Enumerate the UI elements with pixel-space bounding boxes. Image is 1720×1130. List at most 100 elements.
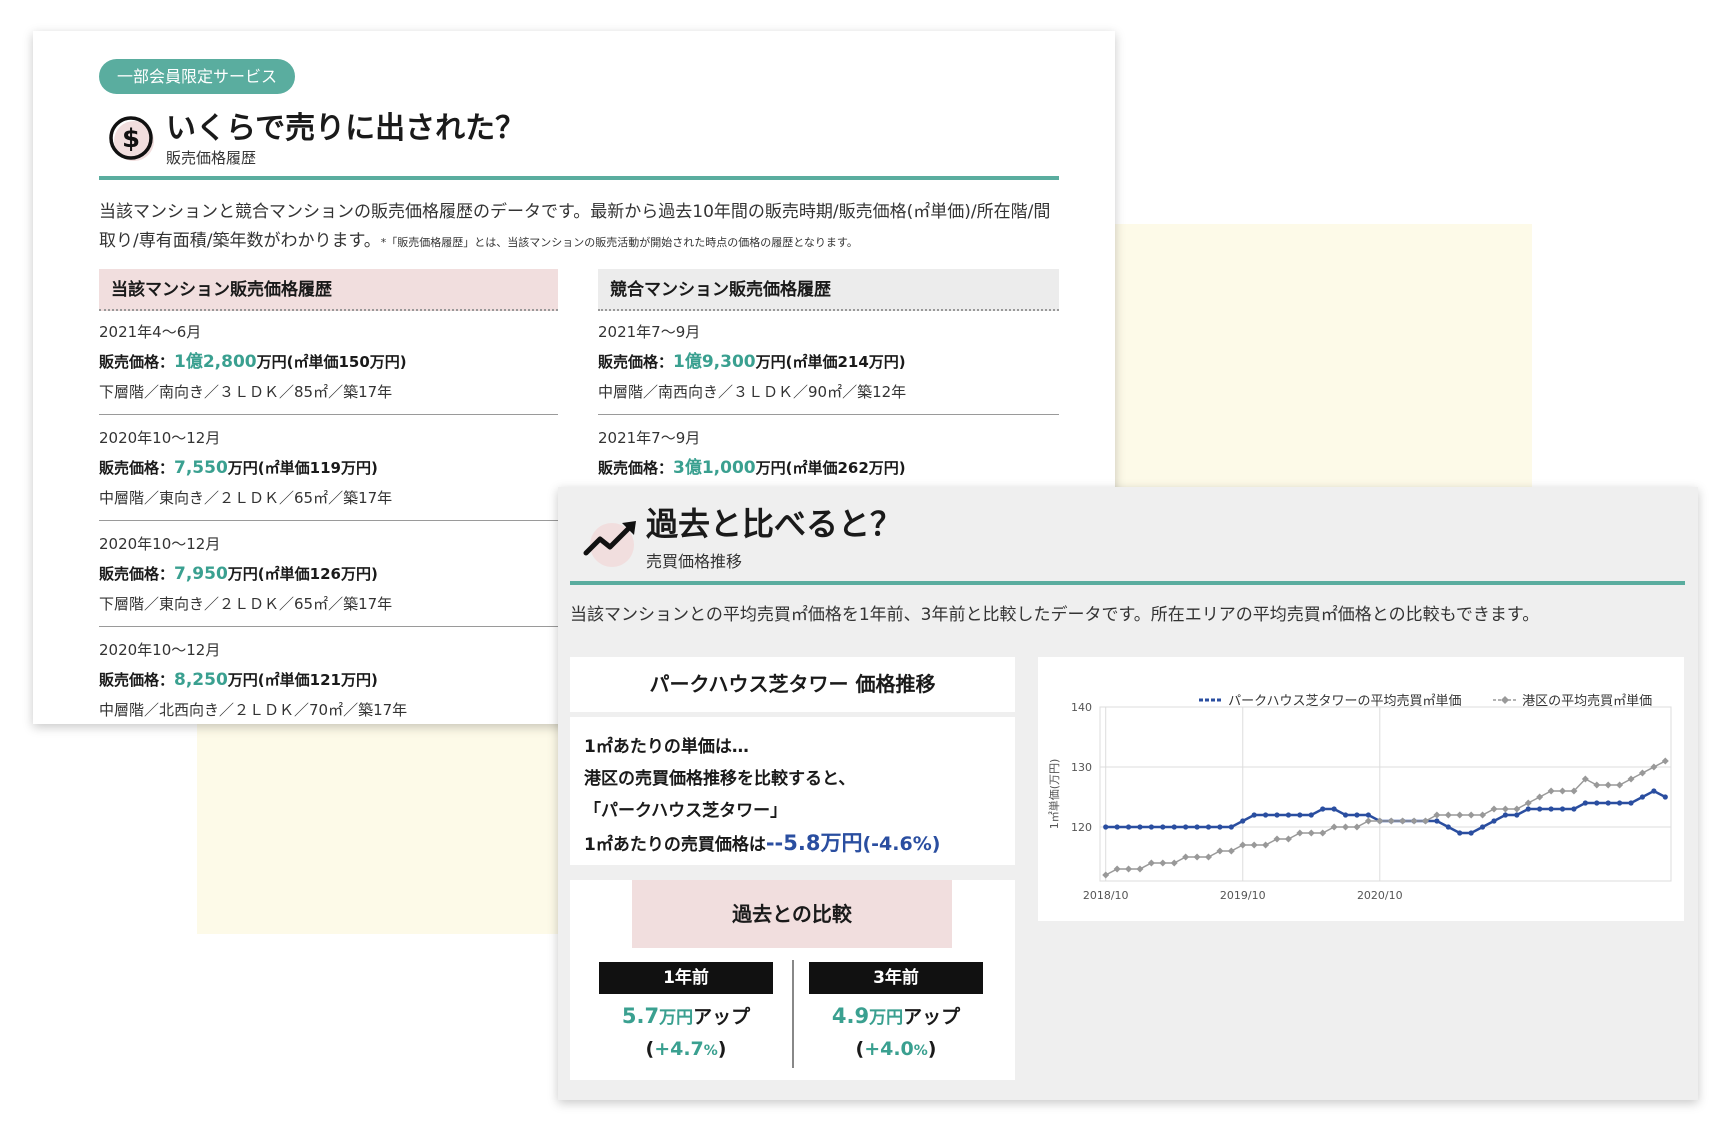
data-point-main xyxy=(1320,806,1326,812)
data-point-area xyxy=(1456,811,1464,819)
data-point-main xyxy=(1285,812,1292,818)
price-unit: 万円(㎡単価150万円) xyxy=(256,353,407,371)
page-subtitle: 販売価格履歴 xyxy=(166,149,257,167)
description: 当該マンションとの平均売買㎡価格を1年前、3年前と比較したデータです。所在エリア… xyxy=(570,605,1540,625)
chart-plot: 120 130 140 2018/10 2019/10 2020/10 1㎡単価(万円) xyxy=(1047,701,1672,902)
data-point-area xyxy=(1102,871,1110,879)
summary-line: 港区の売買価格推移を比較すると、 xyxy=(584,769,856,789)
summary-line: 「パークハウス芝タワー」 xyxy=(584,801,788,821)
data-point-main xyxy=(1205,824,1212,830)
competitor-history-heading: 競合マンション販売価格履歴 xyxy=(598,269,1059,311)
list-item: 2021年7〜9月 販売価格：1億9,300万円(㎡単価214万円) 中層階／南… xyxy=(598,317,1059,415)
data-point-area xyxy=(1536,793,1544,801)
data-point-area xyxy=(1399,817,1407,825)
data-point-area xyxy=(1147,859,1155,867)
data-point-area xyxy=(1524,799,1532,807)
data-point-area xyxy=(1513,805,1521,813)
section-subtitle: 売買価格推移 xyxy=(646,552,743,571)
data-point-main xyxy=(1617,800,1623,806)
value-number: 4.9 xyxy=(831,1004,870,1028)
price-unit: 万円(㎡単価214万円) xyxy=(755,353,906,371)
entry-price: 販売価格：1億9,300万円(㎡単価214万円) xyxy=(598,347,1059,377)
price-unit: 万円(㎡単価121万円) xyxy=(227,671,378,689)
data-point-area xyxy=(1136,865,1144,873)
data-point-area xyxy=(1650,763,1658,771)
comparison-box: 過去との比較 1年前 5.7万円アップ (+4.7%) 3年前 4.9万円アップ… xyxy=(570,880,1015,1080)
list-item: 2020年10〜12月 販売価格：8,250万円(㎡単価121万円) 中層階／北… xyxy=(99,635,558,724)
data-point-area xyxy=(1227,847,1235,855)
data-point-area xyxy=(1204,853,1212,861)
comparison-tag-3y: 3年前 xyxy=(809,962,983,994)
data-point-main xyxy=(1331,806,1337,812)
data-point-area xyxy=(1307,829,1315,837)
data-point-main xyxy=(1251,812,1257,818)
trending-up-icon xyxy=(583,521,636,567)
data-point-area xyxy=(1661,757,1669,765)
data-point-main xyxy=(1662,794,1668,800)
price-trend-card: 過去と比べると？ 売買価格推移 当該マンションとの平均売買㎡価格を1年前、3年前… xyxy=(558,487,1698,1100)
data-point-main xyxy=(1571,806,1577,812)
summary-result: 1㎡あたりの売買価格は--5.8万円(-4.6%) xyxy=(584,827,1015,861)
data-point-area xyxy=(1467,811,1475,819)
price-unit: 万円(㎡単価126万円) xyxy=(227,565,378,583)
comparison-value-1y: 5.7万円アップ xyxy=(599,1002,773,1029)
entry-price: 販売価格：3億1,000万円(㎡単価262万円) xyxy=(598,453,1059,483)
dollar-coin-icon: $ xyxy=(109,116,154,161)
y-tick-label: 130 xyxy=(1071,761,1092,774)
percent-unit: % xyxy=(703,1043,718,1059)
data-point-main xyxy=(1457,830,1463,836)
data-point-main xyxy=(1342,812,1349,818)
data-point-main xyxy=(1354,812,1360,818)
list-item: 2021年4〜6月 販売価格：1億2,800万円(㎡単価150万円) 下層階／南… xyxy=(99,317,558,415)
data-point-main xyxy=(1468,830,1474,836)
data-point-main xyxy=(1183,824,1189,830)
summary-line: 1㎡あたりの単価は… xyxy=(584,737,749,757)
result-percent: (-4.6%) xyxy=(862,833,941,855)
x-tick-label: 2020/10 xyxy=(1357,889,1403,902)
data-point-main xyxy=(1525,806,1531,812)
entry-info: 下層階／南向き／３ＬＤＫ／85㎡／築17年 xyxy=(99,383,393,401)
data-point-area xyxy=(1330,823,1338,831)
price-trend-box-title: パークハウス芝タワー 価格推移 xyxy=(570,657,1015,712)
page-title: いくらで売りに出された？ xyxy=(166,111,526,146)
title-divider xyxy=(99,176,1059,180)
entry-info: 中層階／東向き／２ＬＤＫ／65㎡／築17年 xyxy=(99,489,393,507)
y-tick-label: 140 xyxy=(1071,701,1092,714)
data-point-main xyxy=(1137,824,1143,830)
list-item: 2020年10〜12月 販売価格：7,550万円(㎡単価119万円) 中層階／東… xyxy=(99,423,558,521)
data-point-area xyxy=(1250,841,1258,849)
data-point-area xyxy=(1273,835,1281,843)
value-unit: 万円 xyxy=(659,1008,694,1028)
data-point-main xyxy=(1194,824,1200,830)
data-point-main xyxy=(1594,800,1600,806)
data-point-main xyxy=(1171,824,1177,830)
price-unit: 万円(㎡単価262万円) xyxy=(755,459,906,477)
price-value: 7,550 xyxy=(174,458,228,478)
entry-date: 2020年10〜12月 xyxy=(99,641,221,659)
price-value: 8,250 xyxy=(174,670,228,690)
comparison-tag-1y: 1年前 xyxy=(599,962,773,994)
data-point-area xyxy=(1113,865,1121,873)
data-point-area xyxy=(1262,841,1270,849)
data-point-main xyxy=(1628,800,1634,806)
data-point-area xyxy=(1604,781,1612,789)
data-point-area xyxy=(1616,781,1624,789)
data-point-area xyxy=(1296,829,1304,837)
entry-date: 2020年10〜12月 xyxy=(99,429,221,447)
entry-info: 下層階／東向き／２ＬＤＫ／65㎡／築17年 xyxy=(99,595,393,613)
paren: ) xyxy=(927,1038,937,1060)
entry-price: 販売価格：7,550万円(㎡単価119万円) xyxy=(99,453,558,483)
price-trend-chart: パークハウス芝タワーの平均売買㎡単価 港区の平均売買㎡単価 120 130 140 2… xyxy=(1038,657,1684,921)
entry-date: 2021年7〜9月 xyxy=(598,429,701,447)
price-label: 販売価格： xyxy=(598,353,674,371)
data-point-area xyxy=(1159,859,1167,867)
paren: ) xyxy=(717,1038,727,1060)
data-point-main xyxy=(1297,812,1303,818)
price-summary-box: 1㎡あたりの単価は… 港区の売買価格推移を比較すると、 「パークハウス芝タワー」… xyxy=(570,717,1015,865)
entry-date: 2021年7〜9月 xyxy=(598,323,701,341)
paren: ( xyxy=(645,1038,655,1060)
data-point-main xyxy=(1228,824,1234,830)
result-prefix: 1㎡あたりの売買価格は xyxy=(584,835,766,855)
data-point-main xyxy=(1114,824,1120,830)
data-point-area xyxy=(1182,853,1190,861)
